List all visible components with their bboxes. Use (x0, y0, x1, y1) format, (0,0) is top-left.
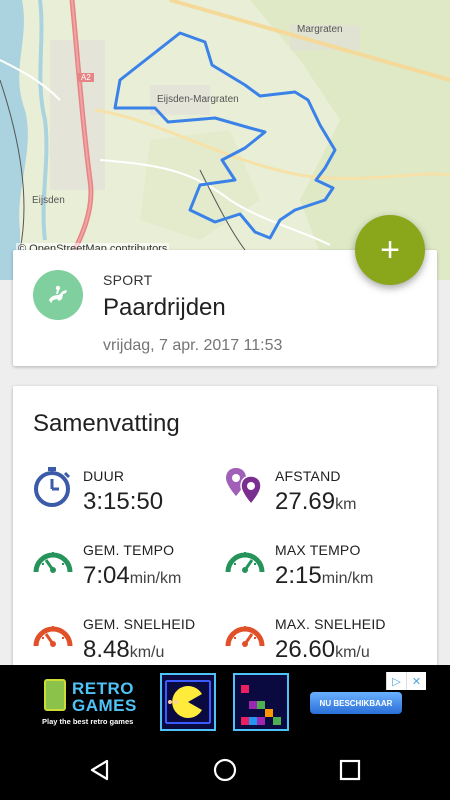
recents-icon[interactable] (335, 755, 365, 785)
gameboy-icon (44, 679, 66, 711)
stat-max-pace-value: 2:15min/km (275, 562, 374, 589)
stat-avg-pace: GEM. TEMPO 7:04min/km (33, 540, 223, 604)
stat-distance-label: AFSTAND (275, 468, 341, 484)
stat-max-pace: MAX TEMPO 2:15min/km (225, 540, 415, 604)
stat-duration: DUUR 3:15:50 (33, 466, 223, 530)
map-label-eijsden-margraten: Eijsden-Margraten (157, 94, 239, 105)
map-label-eijsden: Eijsden (32, 195, 65, 206)
stat-avg-speed-label: GEM. SNELHEID (83, 616, 196, 632)
speedometer-icon (33, 540, 73, 582)
add-button[interactable]: + (355, 215, 425, 285)
pacman-thumbnail (160, 673, 216, 731)
summary-title: Samenvatting (33, 410, 180, 437)
speedometer-icon (33, 614, 73, 656)
stat-distance-value: 27.69km (275, 488, 357, 515)
stat-max-pace-label: MAX TEMPO (275, 542, 361, 558)
summary-card: Samenvatting DUUR 3:15:50 AFSTAND 27.69k… (13, 386, 437, 686)
ad-choices[interactable]: ▷ ✕ (386, 672, 426, 690)
ad-brand: RETRO GAMES (72, 679, 137, 715)
sport-label: SPORT (103, 272, 153, 288)
home-icon[interactable] (210, 755, 240, 785)
map-label-margraten: Margraten (297, 24, 343, 35)
activity-date: vrijdag, 7 apr. 2017 11:53 (103, 337, 283, 354)
plus-icon: + (380, 231, 400, 269)
stat-max-speed-value: 26.60km/u (275, 636, 370, 663)
stopwatch-icon (33, 466, 73, 508)
sport-name: Paardrijden (103, 294, 226, 321)
tetris-thumbnail (233, 673, 289, 731)
speedometer-icon (225, 540, 265, 582)
horse-riding-icon (33, 270, 83, 320)
stat-duration-label: DUUR (83, 468, 125, 484)
map-road-label: A2 (78, 73, 94, 82)
ad-choices-icon[interactable]: ▷ (386, 672, 406, 690)
stat-max-speed-label: MAX. SNELHEID (275, 616, 386, 632)
stat-avg-pace-value: 7:04min/km (83, 562, 182, 589)
stat-distance: AFSTAND 27.69km (225, 466, 415, 530)
stat-duration-value: 3:15:50 (83, 488, 164, 515)
ad-cta-button[interactable]: NU BESCHIKBAAR (310, 692, 402, 714)
close-icon[interactable]: ✕ (406, 672, 426, 690)
back-icon[interactable] (85, 755, 115, 785)
stat-avg-pace-label: GEM. TEMPO (83, 542, 175, 558)
stat-avg-speed-value: 8.48km/u (83, 636, 165, 663)
map-pins-icon (225, 466, 265, 508)
speedometer-icon (225, 614, 265, 656)
ad-tagline: Play the best retro games (42, 717, 134, 726)
system-nav-bar (0, 740, 450, 800)
